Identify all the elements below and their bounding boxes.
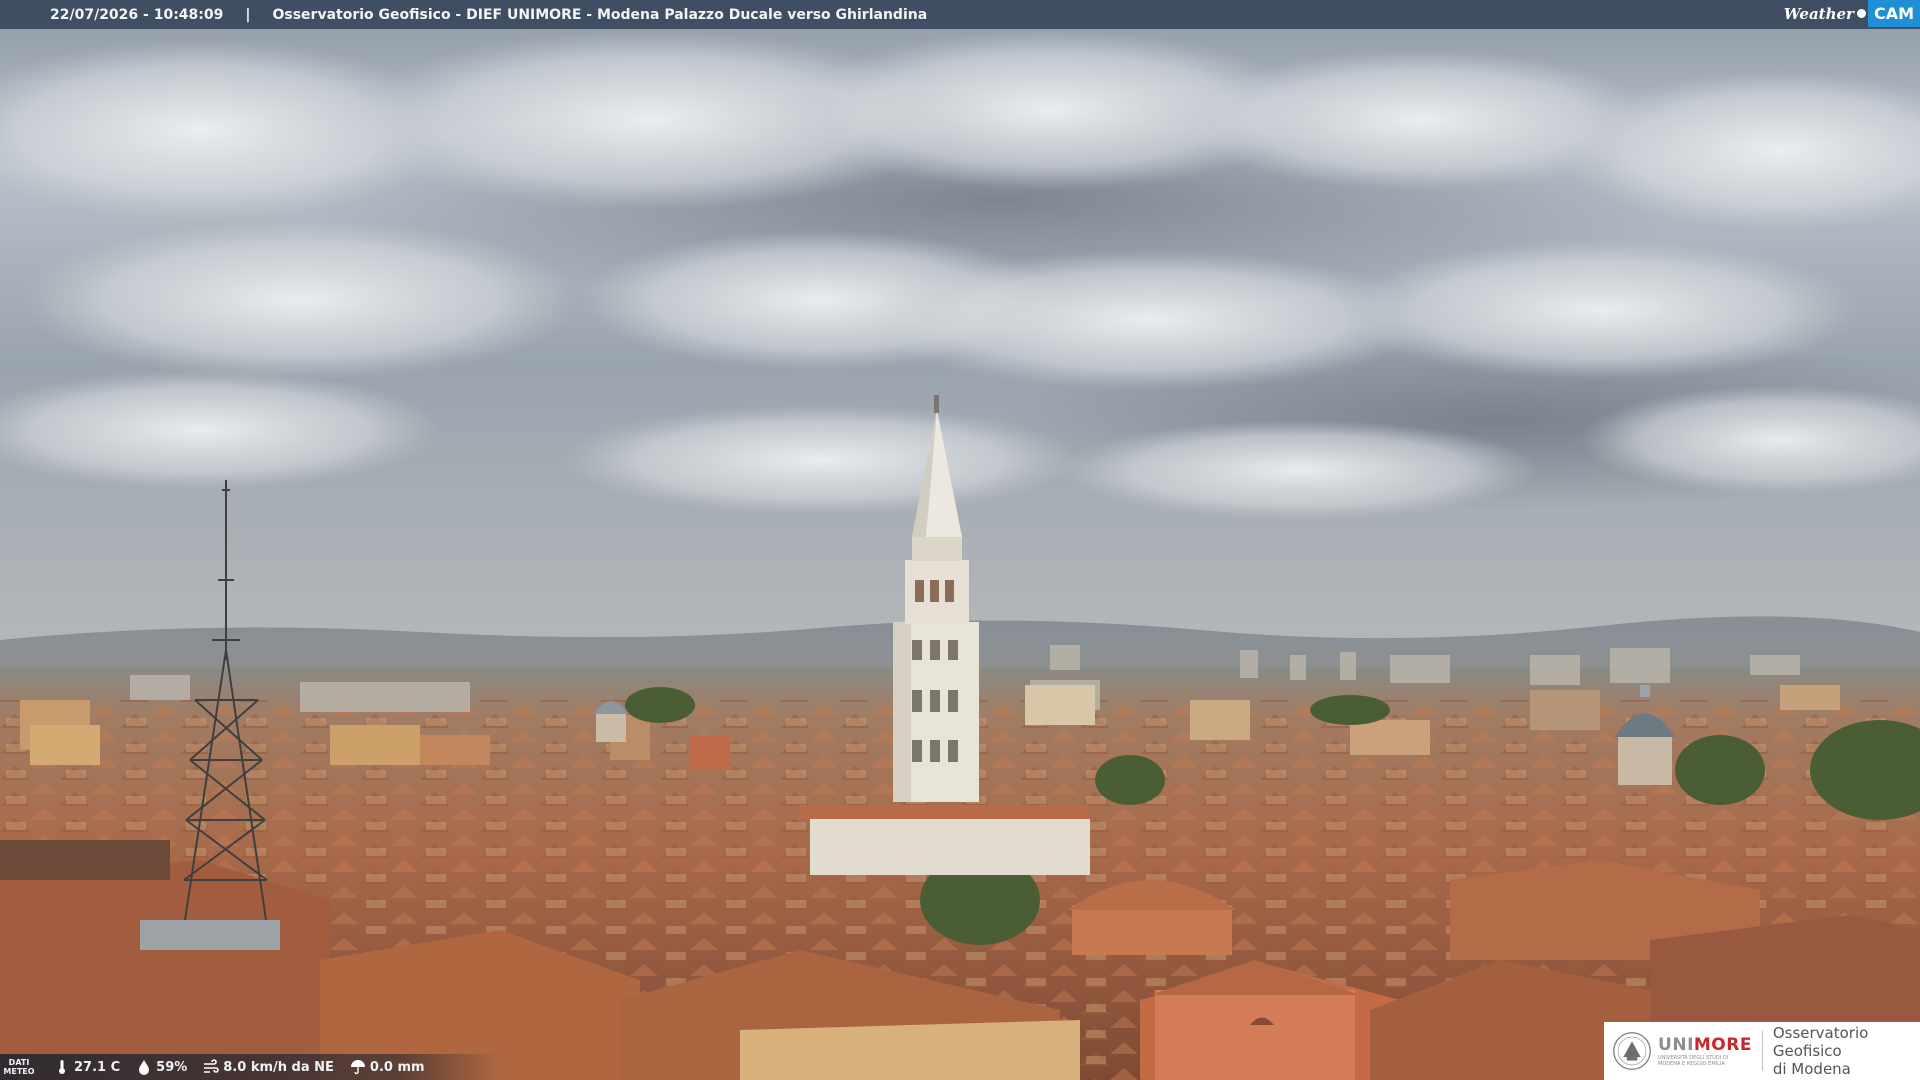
temperature-value: 27.1 C: [74, 1059, 121, 1075]
thermometer-icon: [59, 1060, 65, 1074]
weathercam-logo: Weather CAM: [1784, 0, 1920, 27]
weathercam-dot-icon: [1856, 9, 1866, 18]
webcam-photo: [0, 0, 1920, 1080]
rain-umbrella-icon: [350, 1060, 365, 1075]
observatory-logo-box: UNIMORE UNIVERSITÀ DEGLI STUDI DI MODENA…: [1604, 1022, 1920, 1080]
wind-value: 8.0 km/h da NE: [223, 1059, 334, 1075]
logo-divider: [1761, 1031, 1763, 1071]
humidity-reading: 59%: [136, 1059, 187, 1075]
rain-value: 0.0 mm: [369, 1059, 425, 1075]
title-separator: |: [245, 6, 251, 23]
data-label-line1: DATI: [8, 1058, 30, 1067]
wind-reading: 8.0 km/h da NE: [203, 1059, 334, 1075]
timestamp: 22/07/2026 - 10:48:09: [50, 6, 224, 23]
unimore-name: UNIMORE: [1658, 1035, 1752, 1055]
unimore-subtitle-2: MODENA E REGGIO EMILIA: [1658, 1061, 1725, 1067]
temperature-reading: 27.1 C: [54, 1059, 120, 1075]
humidity-value: 59%: [156, 1059, 188, 1075]
observatory-name: Osservatorio Geofisico di Modena: [1773, 1024, 1920, 1078]
weather-data-bar: DATI METEO 27.1 C 59% 8.0 km/h da NE 0.0…: [0, 1054, 500, 1080]
camera-title-bar: 22/07/2026 - 10:48:09 | Osservatorio Geo…: [0, 0, 1920, 29]
unimore-suffix: MORE: [1693, 1035, 1752, 1055]
camera-location-title: Osservatorio Geofisico - DIEF UNIMORE - …: [272, 6, 928, 23]
rain-reading: 0.0 mm: [350, 1059, 425, 1075]
humidity-drop-icon: [139, 1060, 150, 1075]
observatory-name-line2: di Modena: [1772, 1060, 1851, 1078]
data-label-line2: METEO: [3, 1067, 35, 1076]
weathercam-cam-text: CAM: [1867, 0, 1920, 27]
weathercam-weather-text: Weather: [1783, 4, 1854, 23]
data-label: DATI METEO: [0, 1058, 38, 1076]
unimore-wordmark: UNIMORE UNIVERSITÀ DEGLI STUDI DI MODENA…: [1658, 1035, 1752, 1067]
wind-icon: [204, 1059, 220, 1073]
unimore-prefix: UNI: [1658, 1035, 1694, 1055]
observatory-name-line1: Osservatorio Geofisico: [1772, 1024, 1869, 1060]
university-seal-icon: [1613, 1032, 1651, 1070]
